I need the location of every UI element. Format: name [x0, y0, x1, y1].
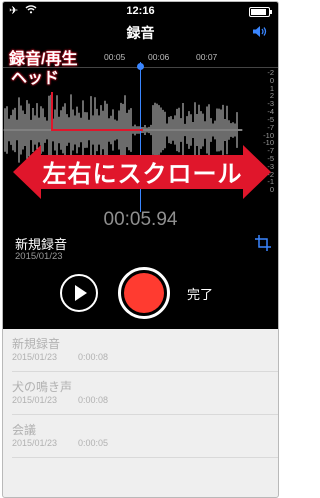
speaker-icon[interactable] — [252, 25, 268, 38]
list-item-title: 会議 — [12, 423, 37, 437]
list-item[interactable]: 新規録音 2015/01/23 0:00:08 — [12, 329, 278, 372]
list-item-duration: 0:00:05 — [78, 438, 109, 448]
recordings-list: 新規録音 2015/01/23 0:00:08 犬の鳴き声 2015/01/23… — [3, 329, 278, 458]
status-bar: ✈ 12:16 — [3, 2, 278, 20]
list-item-title: 新規録音 — [12, 337, 61, 351]
record-icon — [124, 273, 164, 313]
list-item-duration: 0:00:08 — [78, 352, 109, 362]
callout-line-2: ヘッド — [11, 70, 60, 87]
playhead-handle[interactable] — [137, 63, 144, 70]
annotation-pointer — [51, 92, 143, 131]
list-item[interactable]: 犬の鳴き声 2015/01/23 0:00:08 — [12, 372, 278, 415]
list-item-date: 2015/01/23 — [12, 438, 58, 448]
page-title: 録音 — [126, 25, 155, 41]
record-button[interactable] — [118, 267, 170, 319]
done-button[interactable]: 完了 — [187, 284, 213, 303]
list-item-date: 2015/01/23 — [12, 395, 58, 405]
elapsed-time: 00:05.94 — [103, 209, 178, 230]
ruler-tick: 00:06 — [148, 52, 170, 62]
crop-icon[interactable] — [255, 235, 271, 251]
list-item-duration: 0:00:08 — [78, 395, 109, 405]
status-time: 12:16 — [126, 5, 155, 17]
phone-screen: ✈ 12:16 録音 00:05 00:06 00:07 -2 0 1 2 -3 -4- — [2, 1, 279, 498]
scroll-banner-text: 左右にスクロール — [42, 161, 243, 188]
battery-icon — [249, 7, 272, 17]
list-item-title: 犬の鳴き声 — [12, 380, 73, 394]
callout-line-1: 録音/再生 — [9, 51, 78, 68]
list-item-date: 2015/01/23 — [12, 352, 58, 362]
list-item[interactable]: 会議 2015/01/23 0:00:05 — [12, 415, 278, 458]
play-icon — [75, 285, 87, 301]
play-button[interactable] — [60, 274, 98, 312]
ruler-tick: 00:07 — [196, 52, 218, 62]
recording-date: 2015/01/23 — [15, 251, 63, 262]
ruler-tick: 00:05 — [104, 52, 126, 62]
annotation-callout: 録音/再生 ヘッド — [7, 48, 91, 90]
recorder-panel: ✈ 12:16 録音 00:05 00:06 00:07 -2 0 1 2 -3 -4- — [3, 2, 278, 329]
